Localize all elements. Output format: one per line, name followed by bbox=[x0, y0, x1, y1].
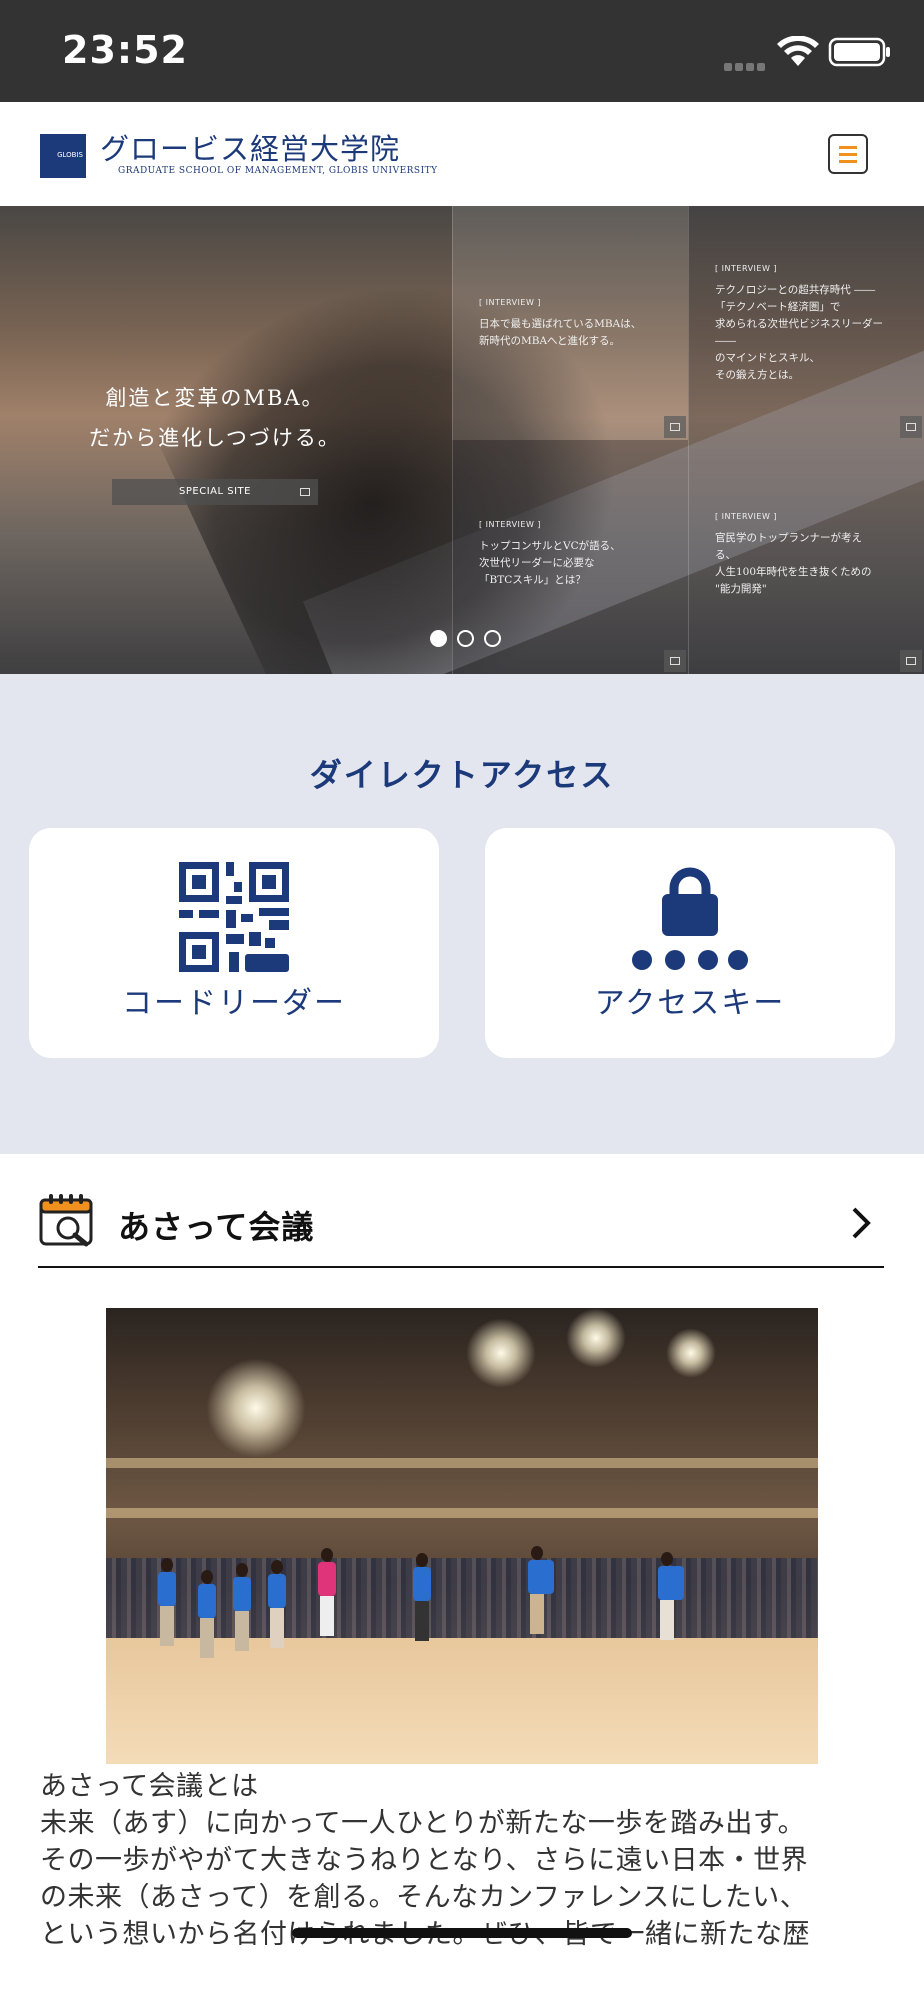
calendar-search-icon bbox=[39, 1194, 93, 1247]
special-site-button[interactable]: SPECIAL SITE bbox=[112, 479, 318, 505]
direct-access-section: ダイレクトアクセス コードリーダー アクセスキー bbox=[0, 674, 924, 1154]
interview-panel[interactable]: [ INTERVIEW ] テクノロジーとの超共存時代 ―― 「テクノベート経済… bbox=[688, 206, 924, 440]
code-reader-label: コードリーダー bbox=[122, 986, 346, 1021]
external-link-icon bbox=[670, 423, 680, 431]
external-link-icon bbox=[906, 657, 916, 665]
conference-photo bbox=[106, 1308, 818, 1764]
site-header: GLOBIS グロービス経営大学院 GRADUATE SCHOOL OF MAN… bbox=[0, 102, 924, 206]
access-key-card[interactable]: アクセスキー bbox=[485, 828, 895, 1058]
wifi-icon bbox=[777, 36, 819, 66]
carousel-dot[interactable] bbox=[457, 630, 474, 647]
direct-access-title: ダイレクトアクセス bbox=[309, 756, 615, 794]
home-indicator[interactable] bbox=[292, 1928, 632, 1938]
battery-icon bbox=[828, 37, 890, 67]
globis-logo[interactable]: GLOBIS bbox=[40, 134, 86, 178]
qr-code-icon bbox=[179, 862, 289, 972]
access-key-label: アクセスキー bbox=[594, 986, 786, 1021]
carousel-dot[interactable] bbox=[484, 630, 501, 647]
menu-button[interactable] bbox=[828, 134, 868, 174]
site-title[interactable]: グロービス経営大学院 bbox=[100, 126, 400, 168]
asatte-title: あさって会議 bbox=[118, 1208, 315, 1246]
lock-icon bbox=[632, 867, 748, 970]
external-link-icon bbox=[906, 423, 916, 431]
status-time: 23:52 bbox=[62, 28, 188, 72]
site-subtitle: GRADUATE SCHOOL OF MANAGEMENT, GLOBIS UN… bbox=[118, 166, 438, 176]
asatte-description: あさって会議とは 未来（あす）に向かって一人ひとりが新たな一歩を踏み出す。 その… bbox=[40, 1771, 810, 1950]
hero-carousel[interactable]: 創造と変革のMBA。 だから進化しつづける。 SPECIAL SITE [ IN… bbox=[0, 206, 924, 674]
carousel-dot[interactable] bbox=[430, 630, 447, 647]
cellular-signal-icon bbox=[724, 56, 768, 75]
status-bar: 23:52 bbox=[0, 0, 924, 102]
carousel-dots[interactable] bbox=[430, 630, 511, 651]
interview-panel[interactable]: [ INTERVIEW ] 官民学のトップランナーが考え る、 人生100年時代… bbox=[688, 440, 924, 674]
chevron-right-icon[interactable] bbox=[850, 1206, 872, 1240]
asatte-section-header[interactable]: あさって会議 bbox=[38, 1190, 884, 1268]
interview-panel[interactable]: [ INTERVIEW ] 日本で最も選ばれているMBAは、 新時代のMBAへと… bbox=[452, 206, 688, 440]
external-link-icon bbox=[300, 488, 310, 496]
external-link-icon bbox=[670, 657, 680, 665]
hero-tagline: 創造と変革のMBA。 だから進化しつづける。 bbox=[89, 386, 341, 450]
code-reader-card[interactable]: コードリーダー bbox=[29, 828, 439, 1058]
